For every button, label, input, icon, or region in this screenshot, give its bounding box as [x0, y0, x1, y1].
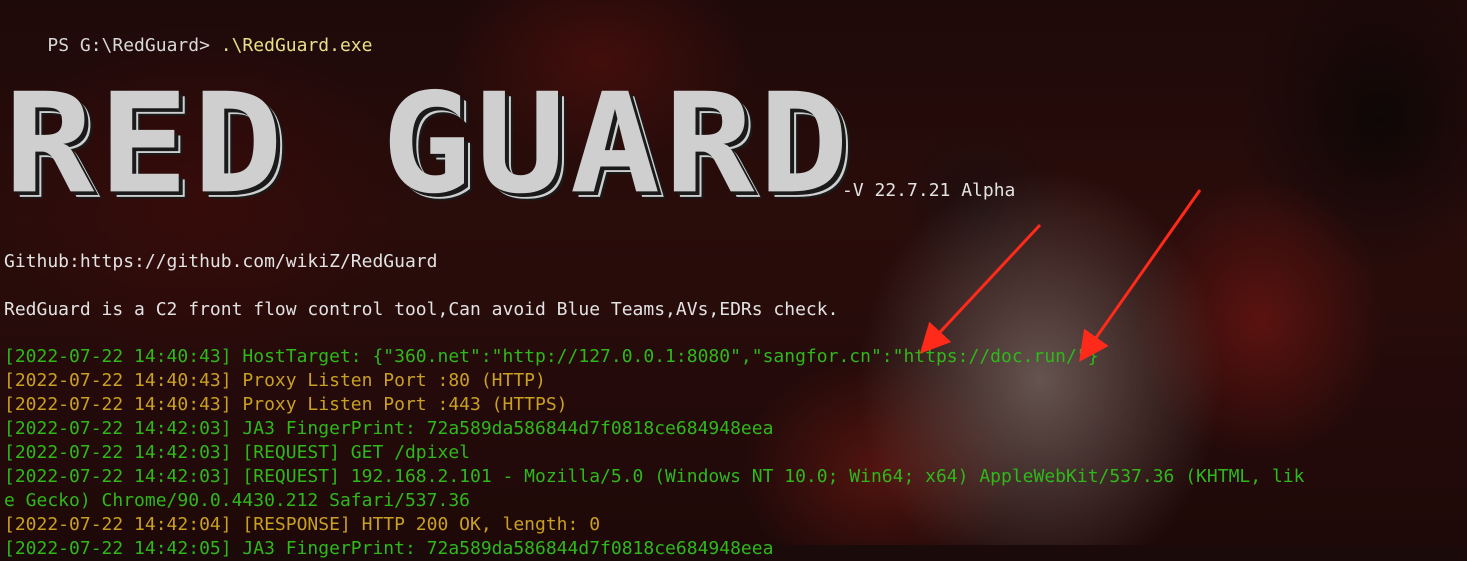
log-line: [2022-07-22 14:40:43] Proxy Listen Port … — [4, 370, 546, 391]
github-line: Github:https://github.com/wikiZ/RedGuard — [4, 251, 438, 272]
log-line: [2022-07-22 14:42:05] JA3 FingerPrint: 7… — [4, 538, 774, 559]
ascii-banner: RED GUARD — [4, 64, 853, 225]
log-line: [2022-07-22 14:40:43] Proxy Listen Port … — [4, 394, 568, 415]
version-label: -V 22.7.21 Alpha — [842, 180, 1016, 201]
log-line: [2022-07-22 14:42:03] JA3 FingerPrint: 7… — [4, 418, 774, 439]
shell-prompt: PS G:\RedGuard> — [47, 35, 210, 56]
log-line: [2022-07-22 14:40:43] HostTarget: {"360.… — [4, 346, 1099, 367]
log-line: e Gecko) Chrome/90.0.4430.212 Safari/537… — [4, 490, 470, 511]
log-output: [2022-07-22 14:40:43] HostTarget: {"360.… — [4, 345, 1304, 561]
command-text: .\RedGuard.exe — [209, 35, 373, 56]
description-line: RedGuard is a C2 front flow control tool… — [4, 299, 839, 320]
banner-text: RED GUARD — [4, 64, 853, 225]
log-line: [2022-07-22 14:42:04] [RESPONSE] HTTP 20… — [4, 514, 601, 535]
log-line: [2022-07-22 14:42:03] [REQUEST] GET /dpi… — [4, 442, 470, 463]
info-block: Github:https://github.com/wikiZ/RedGuard… — [4, 250, 838, 322]
log-line: [2022-07-22 14:42:03] [REQUEST] 192.168.… — [4, 466, 1305, 487]
